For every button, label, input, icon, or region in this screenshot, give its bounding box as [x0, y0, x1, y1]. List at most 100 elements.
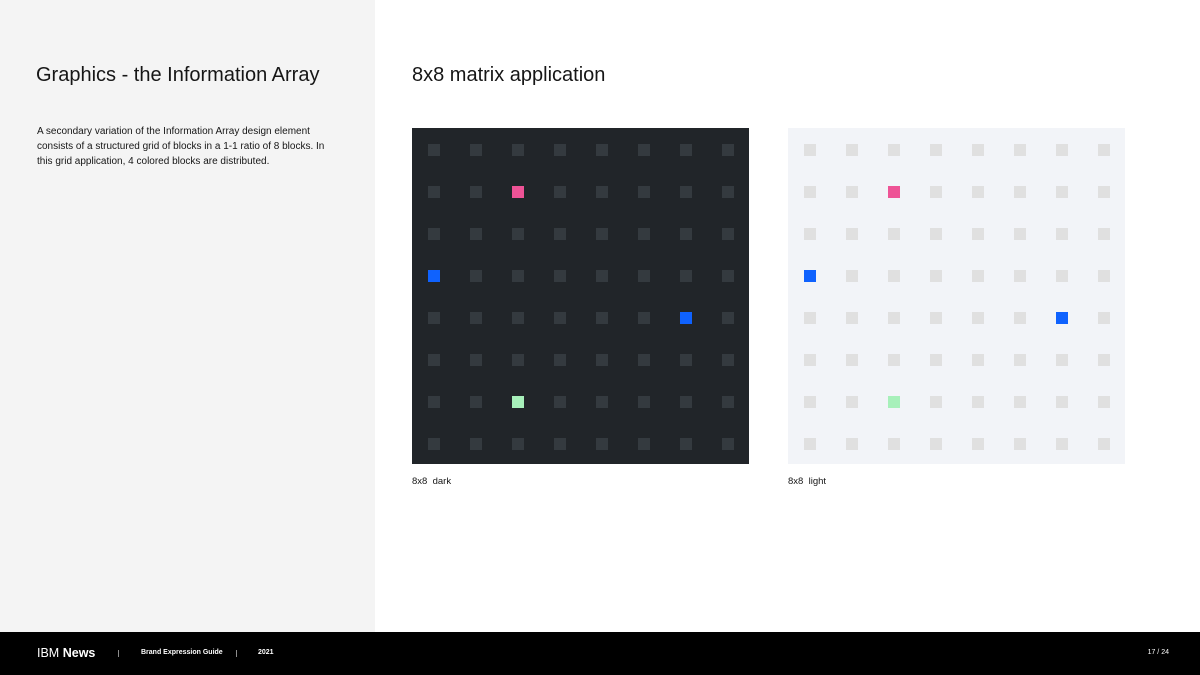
matrix-block [1097, 395, 1110, 408]
matrix-block [637, 269, 650, 282]
matrix-block [721, 311, 734, 324]
matrix-block [721, 395, 734, 408]
matrix-block [845, 395, 858, 408]
matrix-block [1097, 185, 1110, 198]
matrix-block [469, 311, 482, 324]
matrix-block [1055, 143, 1068, 156]
matrix-block [971, 353, 984, 366]
matrix-light [788, 128, 1125, 464]
footer-guide-title: Brand Expression Guide [141, 649, 223, 656]
matrix-dark [412, 128, 749, 464]
matrix-block [721, 143, 734, 156]
matrix-block [595, 227, 608, 240]
matrix-block [1055, 269, 1068, 282]
matrix-block [971, 185, 984, 198]
matrix-block [887, 353, 900, 366]
matrix-block [637, 353, 650, 366]
matrix-block [595, 143, 608, 156]
matrix-block [679, 185, 692, 198]
matrix-block [637, 395, 650, 408]
matrix-block [845, 185, 858, 198]
matrix-block [929, 437, 942, 450]
matrix-block [929, 227, 942, 240]
matrix-block [469, 353, 482, 366]
matrix-block [595, 395, 608, 408]
matrix-block [1097, 269, 1110, 282]
matrix-block [887, 143, 900, 156]
matrix-block [427, 437, 440, 450]
matrix-block [845, 227, 858, 240]
matrix-block [803, 353, 816, 366]
matrix-block [595, 311, 608, 324]
matrix-block [803, 227, 816, 240]
footer-divider [236, 650, 237, 657]
matrix-block [427, 311, 440, 324]
matrix-block [553, 269, 566, 282]
matrix-block [971, 269, 984, 282]
matrix-block [845, 437, 858, 450]
matrix-block [1013, 311, 1026, 324]
matrix-block [469, 185, 482, 198]
matrix-block [553, 143, 566, 156]
footer-logo-strong: News [62, 646, 96, 660]
matrix-block [887, 227, 900, 240]
matrix-block [637, 185, 650, 198]
matrix-block [553, 437, 566, 450]
matrix-dark-caption: 8x8 dark [412, 476, 452, 487]
matrix-block [971, 227, 984, 240]
matrix-block [1055, 437, 1068, 450]
matrix-block [595, 269, 608, 282]
footer-bar: IBM News Brand Expression Guide 2021 17 … [0, 632, 1200, 675]
matrix-block [469, 227, 482, 240]
matrix-block [803, 311, 816, 324]
sidebar-description: A secondary variation of the Information… [37, 126, 325, 167]
matrix-block [1055, 227, 1068, 240]
matrix-block [845, 311, 858, 324]
matrix-block [511, 353, 524, 366]
matrix-block [803, 395, 816, 408]
matrix-block [803, 437, 816, 450]
matrix-block [1097, 227, 1110, 240]
matrix-block [427, 143, 440, 156]
matrix-block [637, 311, 650, 324]
footer-logo-prefix: IBM [37, 646, 60, 660]
matrix-block [1097, 143, 1110, 156]
matrix-block [679, 269, 692, 282]
matrix-block [553, 227, 566, 240]
matrix-block-colored [511, 185, 524, 198]
matrix-block [553, 395, 566, 408]
matrix-block [721, 227, 734, 240]
matrix-block [721, 437, 734, 450]
matrix-block [1013, 269, 1026, 282]
sidebar-title: Graphics - the Information Array [36, 64, 320, 86]
footer-logo: IBM News [37, 646, 95, 660]
footer-year: 2021 [258, 649, 274, 656]
matrix-block [679, 227, 692, 240]
matrix-block [1055, 395, 1068, 408]
matrix-block [511, 143, 524, 156]
matrix-block [1055, 353, 1068, 366]
matrix-block [929, 395, 942, 408]
matrix-block [511, 269, 524, 282]
matrix-block [511, 437, 524, 450]
matrix-block [469, 143, 482, 156]
matrix-block [1013, 353, 1026, 366]
matrix-block [887, 437, 900, 450]
matrix-block [803, 185, 816, 198]
matrix-block [469, 269, 482, 282]
matrix-block-colored [1055, 311, 1068, 324]
matrix-block [929, 311, 942, 324]
matrix-block [595, 185, 608, 198]
matrix-block-colored [803, 269, 816, 282]
matrix-block [637, 227, 650, 240]
matrix-block [1013, 185, 1026, 198]
matrix-light-caption: 8x8 light [788, 476, 827, 487]
footer-divider [118, 650, 119, 657]
matrix-block [469, 395, 482, 408]
matrix-block-colored [887, 185, 900, 198]
matrix-block [803, 143, 816, 156]
footer-page-number: 17 / 24 [1147, 649, 1169, 656]
matrix-block [929, 185, 942, 198]
matrix-block [971, 143, 984, 156]
matrix-block [553, 185, 566, 198]
